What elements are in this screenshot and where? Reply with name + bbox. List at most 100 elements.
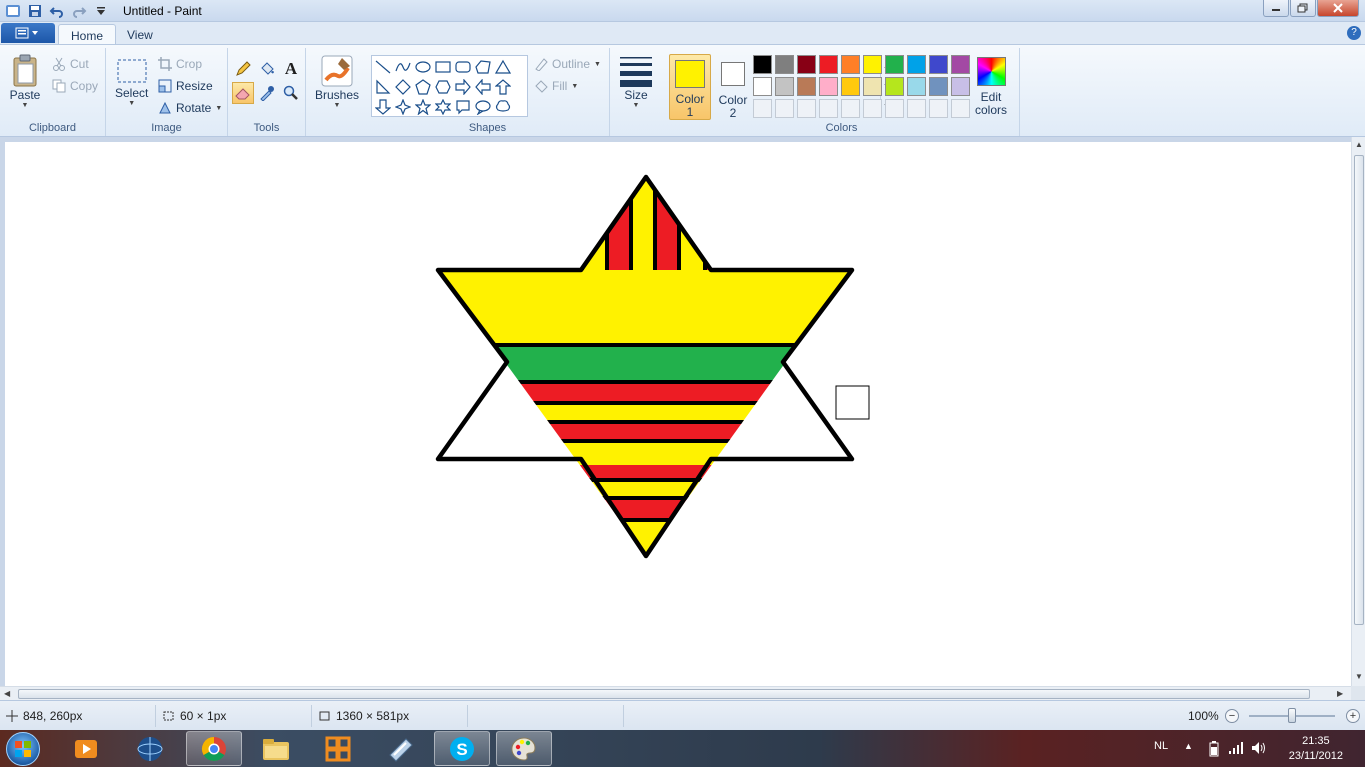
taskbar-skype[interactable]: S <box>434 731 490 766</box>
palette-swatch-custom-1[interactable] <box>753 99 772 118</box>
rectangle-shape-icon[interactable] <box>433 57 453 77</box>
zoom-in-button[interactable]: + <box>1346 709 1360 723</box>
help-icon[interactable]: ? <box>1347 26 1361 40</box>
palette-swatch-1-2[interactable] <box>775 55 794 74</box>
outline-button[interactable]: Outline ▼ <box>534 57 601 71</box>
rounded-callout-shape-icon[interactable] <box>453 97 473 117</box>
palette-swatch-2-3[interactable] <box>797 77 816 96</box>
save-icon[interactable] <box>26 2 44 20</box>
scroll-left-icon[interactable]: ◀ <box>4 689 10 698</box>
line-shape-icon[interactable] <box>373 57 393 77</box>
palette-swatch-1-10[interactable] <box>951 55 970 74</box>
palette-swatch-1-4[interactable] <box>819 55 838 74</box>
select-button[interactable]: Select ▼ <box>115 58 148 107</box>
palette-swatch-2-1[interactable] <box>753 77 772 96</box>
rotate-button[interactable]: Rotate ▼ <box>158 101 222 115</box>
taskbar-paint[interactable] <box>496 731 552 766</box>
diamond-shape-icon[interactable] <box>393 77 413 97</box>
up-arrow-shape-icon[interactable] <box>493 77 513 97</box>
paste-button[interactable]: Paste ▼ <box>9 54 41 109</box>
scroll-down-icon[interactable]: ▼ <box>1355 672 1363 681</box>
palette-swatch-2-4[interactable] <box>819 77 838 96</box>
palette-swatch-2-8[interactable] <box>907 77 926 96</box>
pentagon-shape-icon[interactable] <box>413 77 433 97</box>
palette-swatch-2-6[interactable] <box>863 77 882 96</box>
palette-swatch-1-9[interactable] <box>929 55 948 74</box>
show-hidden-icons-icon[interactable]: ▲ <box>1184 741 1193 751</box>
palette-swatch-custom-2[interactable] <box>775 99 794 118</box>
palette-swatch-1-6[interactable] <box>863 55 882 74</box>
palette-swatch-2-7[interactable] <box>885 77 904 96</box>
fill-icon[interactable] <box>256 58 278 80</box>
taskbar-explorer[interactable] <box>248 731 304 766</box>
paint-menu-button[interactable] <box>1 23 55 43</box>
palette-swatch-custom-4[interactable] <box>819 99 838 118</box>
palette-swatch-1-3[interactable] <box>797 55 816 74</box>
vertical-scrollbar[interactable]: ▲ ▼ <box>1351 137 1365 686</box>
palette-swatch-1-1[interactable] <box>753 55 772 74</box>
palette-swatch-custom-5[interactable] <box>841 99 860 118</box>
tab-home[interactable]: Home <box>58 24 117 45</box>
oval-shape-icon[interactable] <box>413 57 433 77</box>
tab-view[interactable]: View <box>115 24 165 45</box>
close-button[interactable] <box>1317 0 1359 17</box>
selection-box[interactable] <box>835 385 870 420</box>
palette-swatch-custom-3[interactable] <box>797 99 816 118</box>
palette-swatch-custom-9[interactable] <box>929 99 948 118</box>
language-indicator[interactable]: NL <box>1154 740 1168 752</box>
palette-swatch-2-5[interactable] <box>841 77 860 96</box>
curve-shape-icon[interactable] <box>393 57 413 77</box>
right-arrow-shape-icon[interactable] <box>453 77 473 97</box>
horizontal-scroll-thumb[interactable] <box>18 689 1310 699</box>
hexagon-shape-icon[interactable] <box>433 77 453 97</box>
polygon-shape-icon[interactable] <box>473 57 493 77</box>
taskbar-office[interactable] <box>310 731 366 766</box>
rounded-rectangle-shape-icon[interactable] <box>453 57 473 77</box>
five-point-star-shape-icon[interactable] <box>413 97 433 117</box>
cut-button[interactable]: Cut <box>52 57 89 71</box>
down-arrow-shape-icon[interactable] <box>373 97 393 117</box>
eraser-icon[interactable] <box>232 82 254 104</box>
vertical-scroll-thumb[interactable] <box>1354 155 1364 625</box>
volume-icon[interactable] <box>1250 740 1266 756</box>
palette-swatch-2-2[interactable] <box>775 77 794 96</box>
taskbar-network-app[interactable] <box>122 731 178 766</box>
undo-icon[interactable] <box>48 2 66 20</box>
battery-icon[interactable] <box>1208 741 1220 757</box>
palette-swatch-custom-6[interactable] <box>863 99 882 118</box>
start-button[interactable] <box>6 732 40 766</box>
redo-icon[interactable] <box>70 2 88 20</box>
system-clock[interactable]: 21:35 23/11/2012 <box>1289 734 1343 764</box>
palette-swatch-2-9[interactable] <box>929 77 948 96</box>
palette-swatch-custom-7[interactable] <box>885 99 904 118</box>
customize-qat-icon[interactable] <box>92 2 110 20</box>
size-button[interactable]: Size ▼ <box>619 54 653 109</box>
four-point-star-shape-icon[interactable] <box>393 97 413 117</box>
right-triangle-shape-icon[interactable] <box>373 77 393 97</box>
triangle-shape-icon[interactable] <box>493 57 513 77</box>
copy-button[interactable]: Copy <box>52 79 98 93</box>
signal-icon[interactable] <box>1228 741 1244 755</box>
six-point-star-shape-icon[interactable] <box>433 97 453 117</box>
oval-callout-shape-icon[interactable] <box>473 97 493 117</box>
horizontal-scrollbar[interactable]: ◀ ▶ <box>0 686 1351 700</box>
taskbar-media-player[interactable] <box>58 731 114 766</box>
drawing-canvas[interactable] <box>5 142 1351 686</box>
brushes-button[interactable]: Brushes ▼ <box>315 54 359 109</box>
minimize-button[interactable] <box>1263 0 1289 17</box>
cloud-callout-shape-icon[interactable] <box>493 97 513 117</box>
paint-app-icon[interactable] <box>4 2 22 20</box>
pencil-icon[interactable] <box>232 58 254 80</box>
zoom-slider-thumb[interactable] <box>1288 708 1296 723</box>
palette-swatch-custom-8[interactable] <box>907 99 926 118</box>
color2-button[interactable]: Color 2 <box>712 54 754 120</box>
scroll-up-icon[interactable]: ▲ <box>1355 140 1363 149</box>
palette-swatch-1-5[interactable] <box>841 55 860 74</box>
palette-swatch-1-7[interactable] <box>885 55 904 74</box>
fill-button[interactable]: Fill ▼ <box>534 79 578 93</box>
palette-swatch-1-8[interactable] <box>907 55 926 74</box>
taskbar-scanner[interactable] <box>372 731 428 766</box>
color-picker-icon[interactable] <box>256 82 278 104</box>
left-arrow-shape-icon[interactable] <box>473 77 493 97</box>
resize-button[interactable]: Resize <box>158 79 213 93</box>
